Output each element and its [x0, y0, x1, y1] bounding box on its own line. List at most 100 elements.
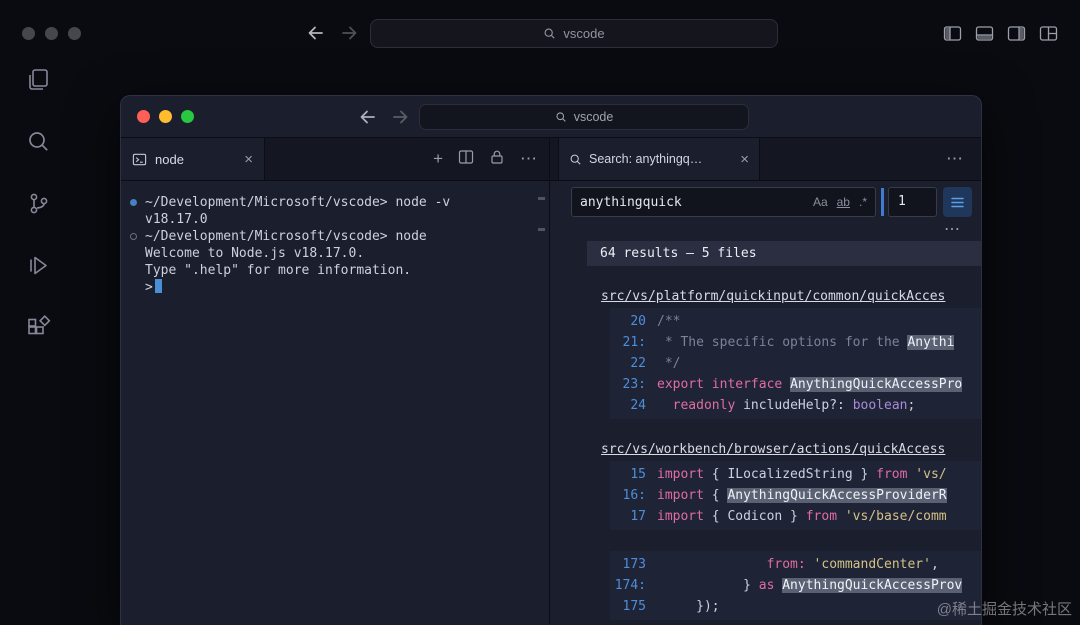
result-line[interactable]: 21: * The specific options for the Anyth… [610, 332, 981, 353]
result-block: 20 /** 21: * The specific options for the … [610, 308, 981, 419]
code-text: } as AnythingQuickAccessProv [657, 578, 962, 593]
list-icon [949, 194, 966, 211]
outer-search-label: vscode [563, 26, 604, 41]
code-text: import { ILocalizedString } from 'vs/ [657, 467, 947, 482]
forward-arrow-icon[interactable] [389, 106, 411, 128]
tab-terminal-node[interactable]: node × [121, 138, 265, 180]
code-text: import { Codicon } from 'vs/base/comm [657, 509, 947, 524]
split-editor-icon[interactable] [458, 149, 474, 170]
terminal-line: ~/Development/Microsoft/vscode> node [145, 228, 541, 245]
result-line[interactable]: 16: import { AnythingQuickAccessProviderR [610, 485, 981, 506]
traffic-light-inactive[interactable] [22, 27, 35, 40]
traffic-light-inactive[interactable] [45, 27, 58, 40]
tab-bar: node × + ⋯ Search: anythingq… × ⋯ [121, 138, 981, 181]
line-number: 20 [610, 314, 646, 329]
toggle-secondary-sidebar-icon[interactable] [1007, 24, 1026, 48]
line-number: 22 [610, 356, 646, 371]
result-line[interactable]: 174: } as AnythingQuickAccessProv [610, 575, 981, 596]
back-arrow-icon[interactable] [357, 106, 379, 128]
search-icon [555, 111, 567, 123]
open-results-in-editor-button[interactable] [943, 187, 972, 217]
code-text: }); [657, 599, 720, 614]
terminal-line: Type ".help" for more information. [145, 262, 541, 279]
terminal-cursor [155, 279, 162, 293]
inner-traffic-lights[interactable] [137, 110, 194, 123]
search-query-box[interactable]: Aa ab .* [571, 187, 876, 217]
explorer-icon[interactable] [25, 66, 52, 98]
terminal-output: ~/Development/Microsoft/vscode> node -vv… [145, 194, 541, 296]
more-actions-icon[interactable]: ⋯ [946, 149, 963, 169]
command-center-search[interactable]: vscode [419, 104, 749, 130]
line-number: 23: [610, 377, 646, 392]
tab-search-editor[interactable]: Search: anythingq… × [558, 138, 760, 180]
command-center-label: vscode [574, 110, 614, 124]
result-line[interactable]: 24 readonly includeHelp?: boolean; [610, 395, 981, 416]
result-file-path[interactable]: src/vs/platform/quickinput/common/quickA… [601, 289, 981, 304]
customize-layout-icon[interactable] [1039, 24, 1058, 48]
terminal-pane[interactable]: ~/Development/Microsoft/vscode> node -vv… [121, 181, 550, 624]
line-number: 175 [610, 599, 646, 614]
outer-titlebar: vscode [0, 0, 1080, 56]
whole-word-toggle[interactable]: ab [837, 195, 850, 209]
run-debug-icon[interactable] [25, 252, 52, 284]
line-number: 174: [610, 578, 646, 593]
search-icon [569, 153, 582, 166]
toggle-search-details-icon[interactable]: ⋯ [944, 219, 960, 239]
line-number: 21: [610, 335, 646, 350]
line-number: 17 [610, 509, 646, 524]
minimize-window-button[interactable] [159, 110, 172, 123]
command-decoration-ruler-mark [538, 197, 545, 200]
source-control-icon[interactable] [25, 190, 52, 222]
code-text: * The specific options for the Anythi [657, 335, 954, 350]
result-block: 15 import { ILocalizedString } from 'vs/1… [610, 461, 981, 530]
search-results: src/vs/platform/quickinput/common/quickA… [550, 289, 981, 620]
search-editor-pane: Aa ab .* 1 ⋯ 64 results – 5 files src/vs… [550, 181, 981, 624]
toggle-panel-icon[interactable] [975, 24, 994, 48]
command-decoration-ruler-mark [538, 228, 545, 231]
command-decoration-icon [130, 199, 137, 206]
line-number: 173 [610, 557, 646, 572]
code-text: import { AnythingQuickAccessProviderR [657, 488, 947, 503]
zoom-window-button[interactable] [181, 110, 194, 123]
command-decoration-icon [130, 233, 137, 240]
line-number: 16: [610, 488, 646, 503]
lock-icon[interactable] [489, 149, 505, 170]
search-controls: Aa ab .* 1 ⋯ [550, 181, 981, 241]
close-icon[interactable]: × [740, 152, 749, 167]
extensions-icon[interactable] [25, 314, 52, 346]
regex-toggle[interactable]: .* [859, 195, 867, 209]
inner-titlebar: vscode [121, 96, 981, 138]
result-line[interactable]: 15 import { ILocalizedString } from 'vs/ [610, 464, 981, 485]
search-icon[interactable] [25, 128, 52, 160]
tab-label: node [155, 152, 184, 167]
forward-arrow-icon[interactable] [338, 22, 360, 44]
outer-traffic-lights[interactable] [22, 27, 81, 40]
result-line[interactable]: 173 from: 'commandCenter', [610, 554, 981, 575]
more-actions-icon[interactable]: ⋯ [520, 149, 537, 169]
close-icon[interactable]: × [244, 152, 253, 167]
context-lines-input[interactable]: 1 [888, 187, 937, 217]
code-text: /** [657, 314, 680, 329]
traffic-light-inactive[interactable] [68, 27, 81, 40]
new-terminal-icon[interactable]: + [433, 149, 443, 169]
search-input[interactable] [580, 195, 804, 210]
search-icon [543, 27, 556, 40]
result-line[interactable]: 22 */ [610, 353, 981, 374]
toggle-sidebar-icon[interactable] [943, 24, 962, 48]
result-line[interactable]: 20 /** [610, 311, 981, 332]
result-line[interactable]: 23: export interface AnythingQuickAccessP… [610, 374, 981, 395]
result-line[interactable]: 17 import { Codicon } from 'vs/base/comm [610, 506, 981, 527]
line-number: 15 [610, 467, 646, 482]
result-block: 173 from: 'commandCenter',174: } as Anyt… [610, 551, 981, 620]
focus-accent-bar [881, 188, 884, 216]
result-line[interactable]: 175 }); [610, 596, 981, 617]
match-case-toggle[interactable]: Aa [813, 195, 828, 209]
outer-command-center-search[interactable]: vscode [370, 19, 778, 48]
results-summary: 64 results – 5 files [587, 241, 981, 266]
code-text: export interface AnythingQuickAccessPro [657, 377, 962, 392]
close-window-button[interactable] [137, 110, 150, 123]
watermark: @稀土掘金技术社区 [937, 598, 1072, 619]
back-arrow-icon[interactable] [305, 22, 327, 44]
activity-bar [0, 56, 76, 625]
result-file-path[interactable]: src/vs/workbench/browser/actions/quickAc… [601, 442, 981, 457]
